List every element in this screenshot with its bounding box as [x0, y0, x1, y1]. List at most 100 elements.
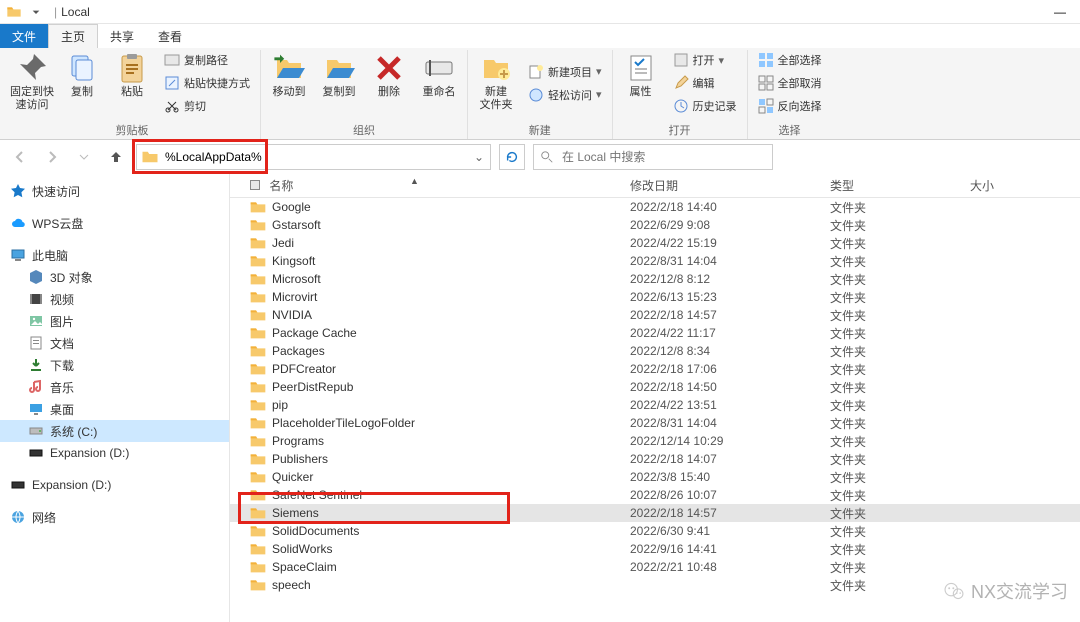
tab-file[interactable]: 文件 [0, 24, 48, 48]
table-row[interactable]: Siemens2022/2/18 14:57文件夹 [230, 504, 1080, 522]
back-button[interactable] [8, 145, 32, 169]
col-size[interactable]: 大小 [970, 177, 1080, 194]
file-date: 2022/2/18 17:06 [630, 362, 830, 376]
new-item-row[interactable]: 新建项目 ▾ [524, 62, 606, 82]
new-folder-button[interactable]: 新建 文件夹 [474, 50, 518, 112]
properties-button[interactable]: 属性 [619, 50, 663, 99]
address-dropdown[interactable]: ⌄ [468, 150, 490, 164]
table-row[interactable]: PDFCreator2022/2/18 17:06文件夹 [230, 360, 1080, 378]
tab-share[interactable]: 共享 [98, 24, 146, 48]
folder-icon [250, 272, 266, 286]
content-pane: 名称 ▲ 修改日期 类型 大小 Google2022/2/18 14:40文件夹… [230, 174, 1080, 622]
pin-button[interactable]: 固定到快 速访问 [10, 50, 54, 112]
col-type[interactable]: 类型 [830, 177, 970, 194]
file-name: SolidDocuments [272, 524, 359, 538]
edit-row[interactable]: 编辑 [669, 73, 741, 93]
history-icon [673, 98, 689, 114]
network-icon [10, 509, 26, 525]
nav-desktop[interactable]: 桌面 [0, 398, 229, 420]
nav-wps[interactable]: WPS云盘 [0, 212, 229, 234]
up-button[interactable] [104, 145, 128, 169]
tab-view[interactable]: 查看 [146, 24, 194, 48]
address-bar[interactable]: ⌄ [136, 144, 491, 170]
table-row[interactable]: Microsoft2022/12/8 8:12文件夹 [230, 270, 1080, 288]
rename-button[interactable]: 重命名 [417, 50, 461, 99]
select-all-row[interactable]: 全部选择 [754, 50, 826, 70]
table-row[interactable]: Google2022/2/18 14:40文件夹 [230, 198, 1080, 216]
header-checkbox[interactable] [250, 180, 260, 190]
nav-system-c[interactable]: 系统 (C:) [0, 420, 229, 442]
file-name: PlaceholderTileLogoFolder [272, 416, 415, 430]
minimize-button[interactable]: — [1046, 5, 1074, 19]
table-row[interactable]: SafeNet Sentinel2022/8/26 10:07文件夹 [230, 486, 1080, 504]
nav-expansion-d2[interactable]: Expansion (D:) [0, 474, 229, 496]
history-row[interactable]: 历史记录 [669, 96, 741, 116]
paste-shortcut-row[interactable]: 粘贴快捷方式 [160, 73, 254, 93]
nav-pictures[interactable]: 图片 [0, 310, 229, 332]
move-to-button[interactable]: 移动到 [267, 50, 311, 99]
recent-dropdown[interactable] [72, 145, 96, 169]
table-row[interactable]: Jedi2022/4/22 15:19文件夹 [230, 234, 1080, 252]
file-type: 文件夹 [830, 469, 970, 486]
copy-label: 复制 [71, 86, 93, 99]
table-row[interactable]: PeerDistRepub2022/2/18 14:50文件夹 [230, 378, 1080, 396]
copy-button[interactable]: 复制 [60, 50, 104, 99]
paste-button[interactable]: 粘贴 [110, 50, 154, 99]
nav-expansion-d1[interactable]: Expansion (D:) [0, 442, 229, 464]
table-row[interactable]: Kingsoft2022/8/31 14:04文件夹 [230, 252, 1080, 270]
table-row[interactable]: PlaceholderTileLogoFolder2022/8/31 14:04… [230, 414, 1080, 432]
search-box[interactable] [533, 144, 773, 170]
table-row[interactable]: Programs2022/12/14 10:29文件夹 [230, 432, 1080, 450]
select-none-row[interactable]: 全部取消 [754, 73, 826, 93]
table-row[interactable]: SpaceClaim2022/2/21 10:48文件夹 [230, 558, 1080, 576]
table-row[interactable]: SolidDocuments2022/6/30 9:41文件夹 [230, 522, 1080, 540]
quick-down-icon[interactable] [28, 4, 44, 20]
search-input[interactable] [560, 149, 766, 165]
nav-downloads[interactable]: 下载 [0, 354, 229, 376]
table-row[interactable]: Quicker2022/3/8 15:40文件夹 [230, 468, 1080, 486]
folder-icon [141, 148, 159, 166]
copy-path-row[interactable]: 复制路径 [160, 50, 254, 70]
refresh-button[interactable] [499, 144, 525, 170]
nav-videos[interactable]: 视频 [0, 288, 229, 310]
table-row[interactable]: Gstarsoft2022/6/29 9:08文件夹 [230, 216, 1080, 234]
copy-to-button[interactable]: 复制到 [317, 50, 361, 99]
easy-access-row[interactable]: 轻松访问 ▾ [524, 85, 606, 105]
table-row[interactable]: Package Cache2022/4/22 11:17文件夹 [230, 324, 1080, 342]
open-row[interactable]: 打开 ▾ [669, 50, 741, 70]
copy-icon [66, 52, 98, 84]
copy-path-label: 复制路径 [184, 52, 228, 68]
nav-label: Expansion (D:) [50, 446, 129, 460]
group-new: 新建 文件夹 新建项目 ▾ 轻松访问 ▾ 新建 [468, 50, 613, 139]
forward-button[interactable] [40, 145, 64, 169]
table-row[interactable]: Publishers2022/2/18 14:07文件夹 [230, 450, 1080, 468]
table-row[interactable]: Packages2022/12/8 8:34文件夹 [230, 342, 1080, 360]
image-icon [28, 313, 44, 329]
address-input[interactable] [163, 146, 468, 168]
file-name: Quicker [272, 470, 313, 484]
file-type: 文件夹 [830, 343, 970, 360]
delete-button[interactable]: 删除 [367, 50, 411, 99]
nav-music[interactable]: 音乐 [0, 376, 229, 398]
table-row[interactable]: pip2022/4/22 13:51文件夹 [230, 396, 1080, 414]
file-name: Microsoft [272, 272, 321, 286]
table-row[interactable]: speech文件夹 [230, 576, 1080, 594]
nav-quick-access[interactable]: 快速访问 [0, 180, 229, 202]
col-date[interactable]: 修改日期 [630, 177, 830, 194]
table-row[interactable]: Microvirt2022/6/13 15:23文件夹 [230, 288, 1080, 306]
table-row[interactable]: SolidWorks2022/9/16 14:41文件夹 [230, 540, 1080, 558]
folder-icon [250, 560, 266, 574]
nav-3d-objects[interactable]: 3D 对象 [0, 266, 229, 288]
invert-row[interactable]: 反向选择 [754, 96, 826, 116]
nav-documents[interactable]: 文档 [0, 332, 229, 354]
col-name[interactable]: 名称 ▲ [230, 177, 630, 194]
cut-row[interactable]: 剪切 [160, 96, 254, 116]
nav-network[interactable]: 网络 [0, 506, 229, 528]
new-folder-label: 新建 文件夹 [480, 86, 513, 112]
music-icon [28, 379, 44, 395]
delete-x-icon [373, 52, 405, 84]
table-row[interactable]: NVIDIA2022/2/18 14:57文件夹 [230, 306, 1080, 324]
tab-home[interactable]: 主页 [48, 24, 98, 48]
nav-this-pc[interactable]: 此电脑 [0, 244, 229, 266]
ribbon-tabs: 文件 主页 共享 查看 [0, 24, 1080, 48]
